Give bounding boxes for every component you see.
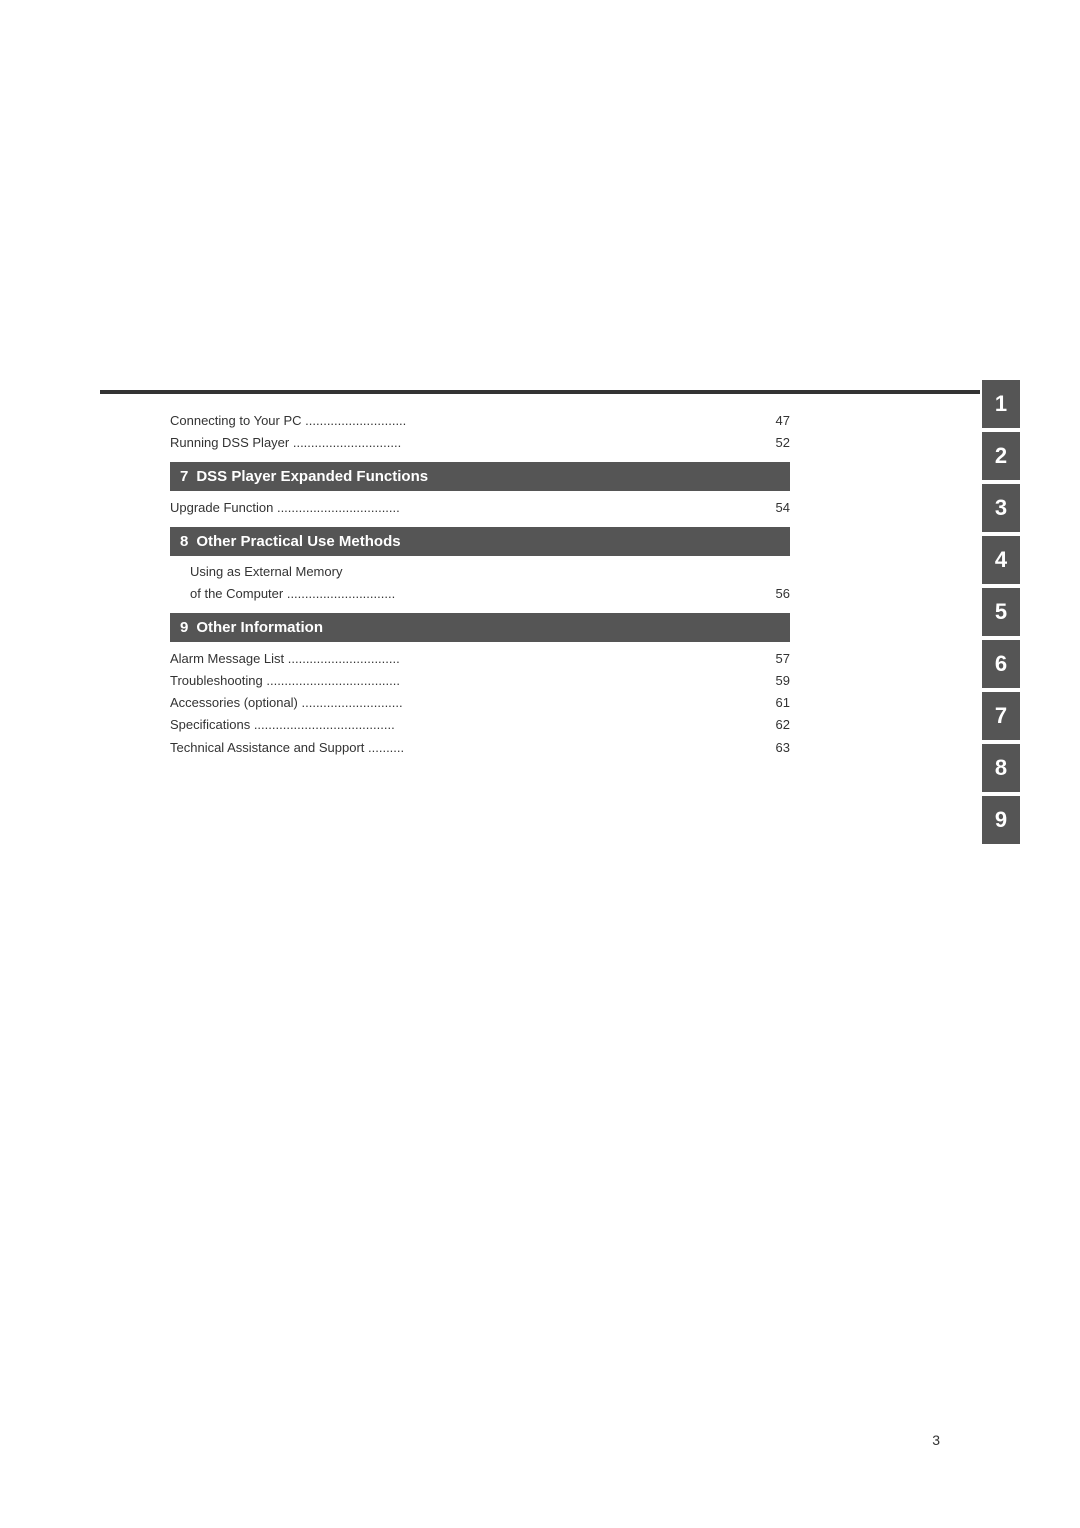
toc-text-alarm: Alarm Message List .....................… — [170, 648, 760, 670]
toc-text-connecting: Connecting to Your PC ..................… — [170, 410, 760, 432]
toc-entry-technical: Technical Assistance and Support .......… — [170, 737, 790, 759]
tab-5[interactable]: 5 — [982, 588, 1020, 636]
tab-label-4: 4 — [995, 547, 1007, 573]
page-number: 3 — [932, 1432, 940, 1448]
section-number-7: 7 — [180, 468, 188, 485]
toc-entry-external-memory-label: Using as External Memory — [170, 562, 790, 583]
toc-page-specifications: 62 — [760, 714, 790, 736]
top-rule — [100, 390, 980, 394]
tab-6[interactable]: 6 — [982, 640, 1020, 688]
toc-page-alarm: 57 — [760, 648, 790, 670]
toc-text-specifications: Specifications .........................… — [170, 714, 760, 736]
tab-3[interactable]: 3 — [982, 484, 1020, 532]
tab-9[interactable]: 9 — [982, 796, 1020, 844]
section-header-8: 8 Other Practical Use Methods — [170, 527, 790, 556]
toc-entry-external-memory: of the Computer ........................… — [170, 583, 790, 605]
section-title-9: Other Information — [196, 619, 323, 636]
toc-text-troubleshooting: Troubleshooting ........................… — [170, 670, 760, 692]
tab-label-7: 7 — [995, 703, 1007, 729]
tab-label-1: 1 — [995, 391, 1007, 417]
toc-text-accessories: Accessories (optional) .................… — [170, 692, 760, 714]
right-tabs: 1 2 3 4 5 6 7 8 9 — [982, 380, 1020, 844]
toc-entry-running: Running DSS Player .....................… — [170, 432, 790, 454]
toc-entry-accessories: Accessories (optional) .................… — [170, 692, 790, 714]
tab-label-8: 8 — [995, 755, 1007, 781]
section-title-7: DSS Player Expanded Functions — [196, 468, 428, 485]
section-header-7: 7 DSS Player Expanded Functions — [170, 462, 790, 491]
toc-text-external-memory-label: Using as External Memory — [190, 564, 342, 579]
toc-page-accessories: 61 — [760, 692, 790, 714]
section-header-9: 9 Other Information — [170, 613, 790, 642]
section-title-8: Other Practical Use Methods — [196, 533, 400, 550]
toc-entry-alarm: Alarm Message List .....................… — [170, 648, 790, 670]
toc-text-upgrade: Upgrade Function .......................… — [170, 497, 760, 519]
section-number-9: 9 — [180, 619, 188, 636]
tab-label-9: 9 — [995, 807, 1007, 833]
toc-page-technical: 63 — [760, 737, 790, 759]
toc-page-external-memory: 56 — [760, 583, 790, 605]
toc-text-running: Running DSS Player .....................… — [170, 432, 760, 454]
toc-page-upgrade: 54 — [760, 497, 790, 519]
content-area: Connecting to Your PC ..................… — [170, 410, 790, 759]
toc-text-external-memory: of the Computer ........................… — [190, 583, 760, 605]
tab-label-5: 5 — [995, 599, 1007, 625]
toc-entry-specifications: Specifications .........................… — [170, 714, 790, 736]
toc-entry-connecting: Connecting to Your PC ..................… — [170, 410, 790, 432]
page-container: Connecting to Your PC ..................… — [0, 0, 1080, 1528]
tab-label-6: 6 — [995, 651, 1007, 677]
toc-page-troubleshooting: 59 — [760, 670, 790, 692]
toc-text-technical: Technical Assistance and Support .......… — [170, 737, 760, 759]
tab-label-3: 3 — [995, 495, 1007, 521]
toc-entry-upgrade: Upgrade Function .......................… — [170, 497, 790, 519]
tab-1[interactable]: 1 — [982, 380, 1020, 428]
tab-4[interactable]: 4 — [982, 536, 1020, 584]
toc-entry-troubleshooting: Troubleshooting ........................… — [170, 670, 790, 692]
toc-page-connecting: 47 — [760, 410, 790, 432]
section-number-8: 8 — [180, 533, 188, 550]
toc-page-running: 52 — [760, 432, 790, 454]
tab-2[interactable]: 2 — [982, 432, 1020, 480]
tab-8[interactable]: 8 — [982, 744, 1020, 792]
tab-7[interactable]: 7 — [982, 692, 1020, 740]
tab-label-2: 2 — [995, 443, 1007, 469]
